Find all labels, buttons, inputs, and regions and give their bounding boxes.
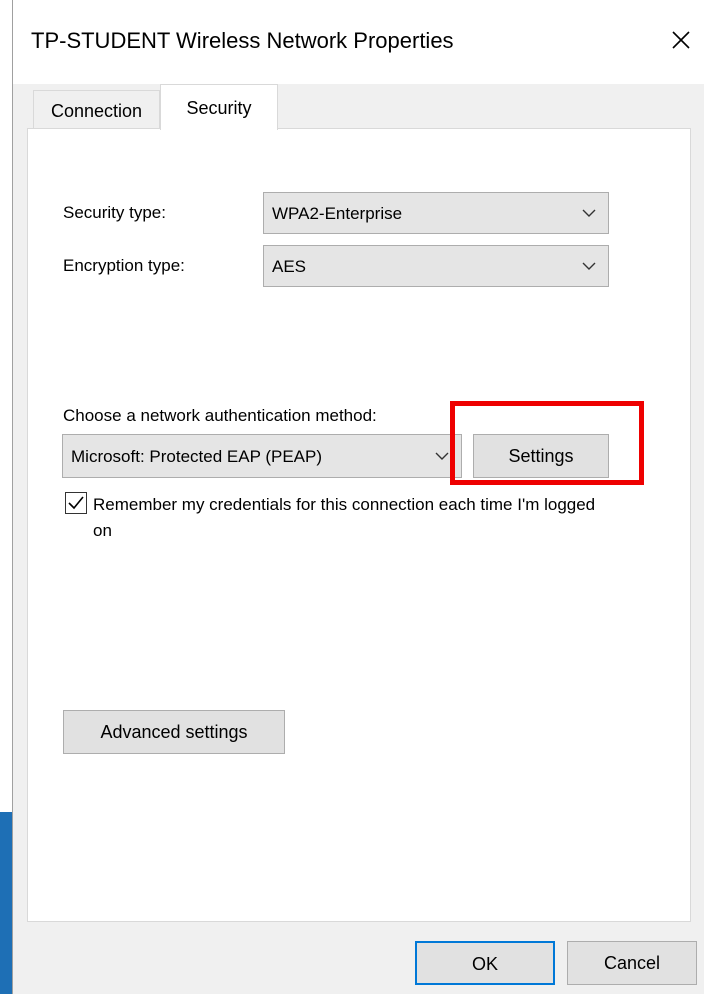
- auth-method-label: Choose a network authentication method:: [63, 406, 377, 425]
- remember-credentials-label: Remember my credentials for this connect…: [93, 495, 596, 540]
- auth-method-value: Microsoft: Protected EAP (PEAP): [71, 447, 322, 466]
- chevron-down-icon: [582, 262, 596, 270]
- cancel-button[interactable]: Cancel: [567, 941, 697, 985]
- settings-button[interactable]: Settings: [473, 434, 609, 478]
- advanced-settings-button[interactable]: Advanced settings: [63, 710, 285, 754]
- chevron-down-icon: [582, 209, 596, 217]
- window-title: TP-STUDENT Wireless Network Properties: [31, 28, 454, 53]
- ok-button[interactable]: OK: [415, 941, 555, 985]
- remember-credentials-checkbox[interactable]: [65, 492, 87, 514]
- security-type-select[interactable]: WPA2-Enterprise: [263, 192, 609, 234]
- tab-security[interactable]: Security: [160, 84, 278, 130]
- encryption-type-label: Encryption type:: [63, 256, 185, 275]
- auth-method-select[interactable]: Microsoft: Protected EAP (PEAP): [62, 434, 462, 478]
- checkmark-icon: [68, 496, 84, 510]
- encryption-type-select[interactable]: AES: [263, 245, 609, 287]
- close-icon: [672, 31, 690, 49]
- encryption-type-value: AES: [272, 257, 307, 276]
- tab-connection[interactable]: Connection: [33, 90, 160, 128]
- background-taskbar-edge: [0, 812, 12, 994]
- network-properties-dialog: TP-STUDENT Wireless Network Properties C…: [12, 0, 704, 994]
- security-type-value: WPA2-Enterprise: [272, 204, 403, 223]
- security-type-label: Security type:: [63, 203, 166, 222]
- title-bar: TP-STUDENT Wireless Network Properties: [13, 0, 704, 84]
- close-button[interactable]: [659, 14, 704, 70]
- chevron-down-icon: [435, 452, 449, 460]
